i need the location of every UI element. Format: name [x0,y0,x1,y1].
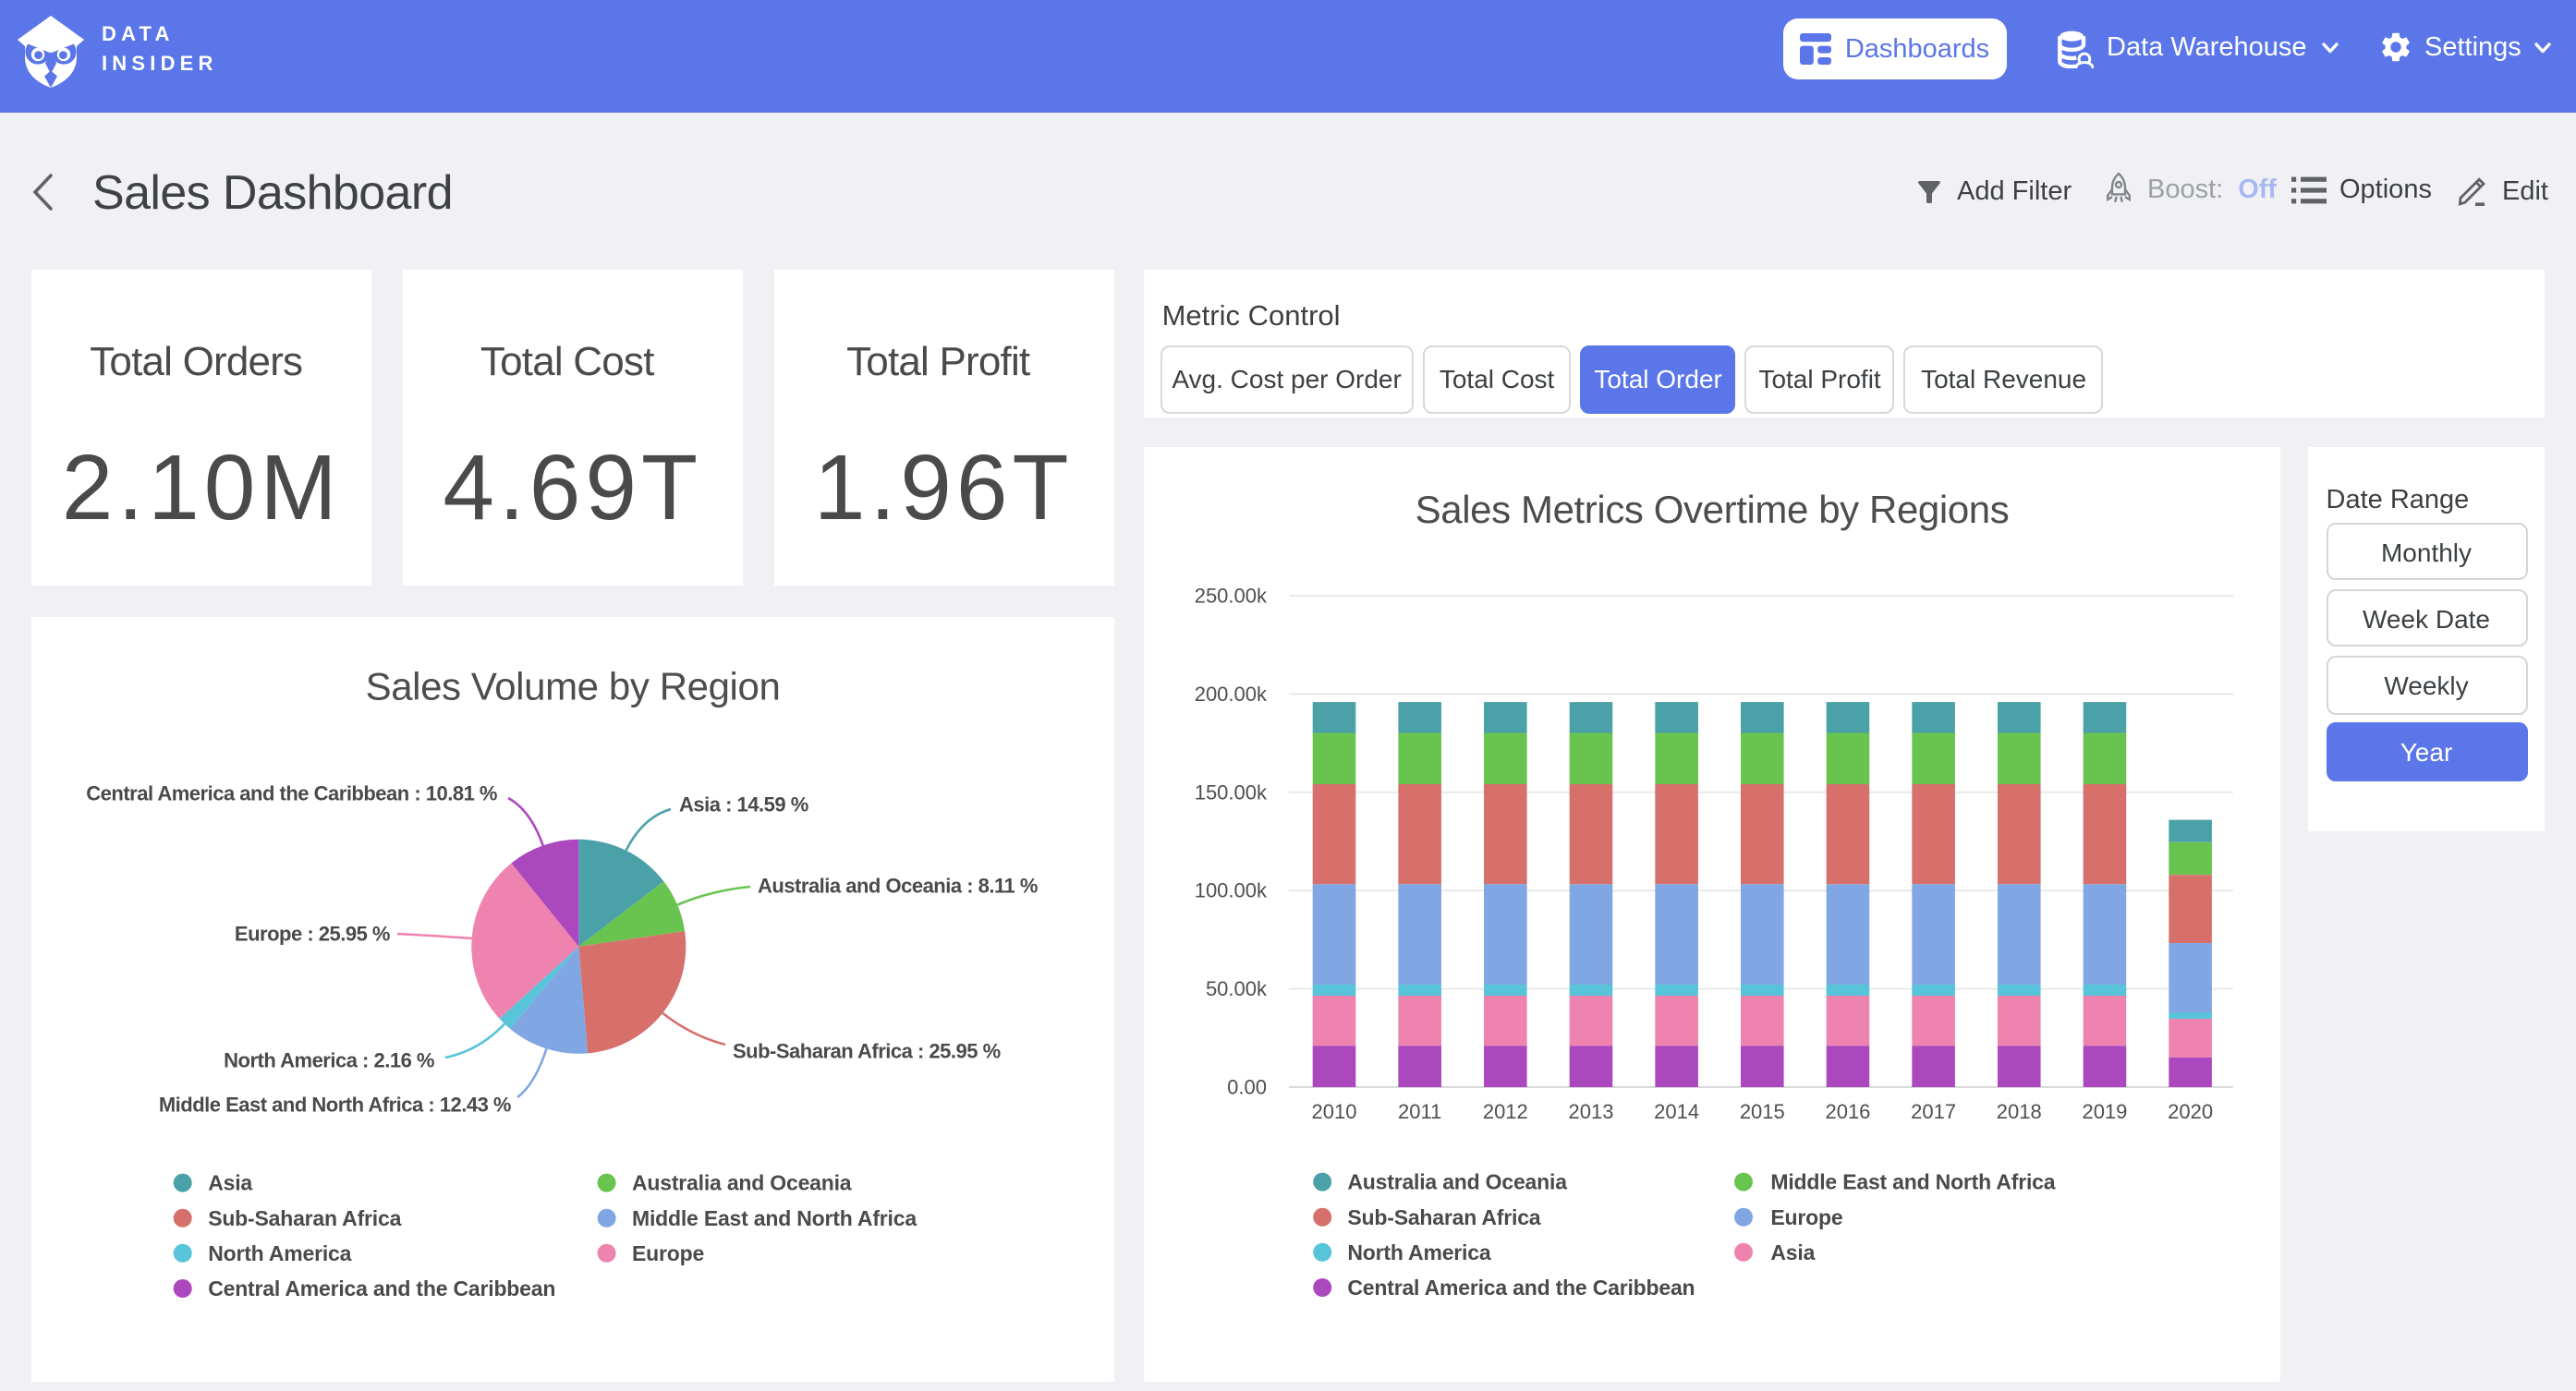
svg-text:Central America and the Caribb: Central America and the Caribbean : 10.8… [86,781,497,804]
svg-text:2016: 2016 [1824,1100,1869,1123]
svg-text:250.00k: 250.00k [1194,585,1267,608]
svg-text:Middle East and North Africa: Middle East and North Africa [1769,1170,2054,1194]
svg-text:Australia and Oceania : 8.11 %: Australia and Oceania : 8.11 % [758,874,1038,897]
svg-text:Central America and the Caribb: Central America and the Caribbean [1346,1276,1694,1300]
svg-text:Asia: Asia [208,1170,252,1194]
svg-text:2019: 2019 [2081,1100,2126,1123]
svg-text:Asia : 14.59 %: Asia : 14.59 % [679,792,808,816]
svg-text:Middle East and North Africa: Middle East and North Africa [632,1205,917,1229]
svg-text:Europe: Europe [632,1240,704,1264]
svg-text:Australia and Oceania: Australia and Oceania [1346,1170,1566,1194]
svg-text:Sales Volume by Region: Sales Volume by Region [366,664,781,708]
svg-text:Australia and Oceania: Australia and Oceania [632,1170,852,1194]
svg-text:Sub-Saharan Africa: Sub-Saharan Africa [1346,1205,1539,1229]
svg-text:2018: 2018 [1996,1100,2041,1123]
svg-text:50.00k: 50.00k [1205,977,1267,1000]
svg-text:150.00k: 150.00k [1194,780,1267,804]
svg-text:2017: 2017 [1910,1100,1955,1123]
svg-text:200.00k: 200.00k [1194,683,1267,706]
svg-text:2014: 2014 [1653,1100,1698,1123]
svg-text:Europe : 25.95 %: Europe : 25.95 % [235,922,390,945]
svg-text:Asia: Asia [1769,1240,1814,1264]
svg-text:Sub-Saharan Africa : 25.95 %: Sub-Saharan Africa : 25.95 % [733,1039,1001,1062]
svg-text:2015: 2015 [1739,1100,1784,1123]
svg-text:North America : 2.16 %: North America : 2.16 % [224,1048,434,1071]
svg-text:2011: 2011 [1397,1100,1440,1123]
svg-text:Europe: Europe [1769,1205,1841,1229]
svg-text:2010: 2010 [1311,1100,1356,1123]
svg-text:100.00k: 100.00k [1194,879,1267,902]
svg-text:Sub-Saharan Africa: Sub-Saharan Africa [208,1205,401,1229]
svg-text:2013: 2013 [1568,1100,1613,1123]
svg-text:North America: North America [208,1240,351,1264]
svg-text:2012: 2012 [1482,1100,1527,1123]
svg-text:North America: North America [1346,1240,1489,1264]
svg-text:Middle East and North Africa :: Middle East and North Africa : 12.43 % [159,1093,511,1116]
svg-text:2020: 2020 [2167,1100,2212,1123]
svg-text:Central America and the Caribb: Central America and the Caribbean [208,1276,555,1300]
svg-text:0.00: 0.00 [1226,1076,1266,1099]
svg-text:Sales Metrics Overtime by Regi: Sales Metrics Overtime by Regions [1415,488,2009,531]
